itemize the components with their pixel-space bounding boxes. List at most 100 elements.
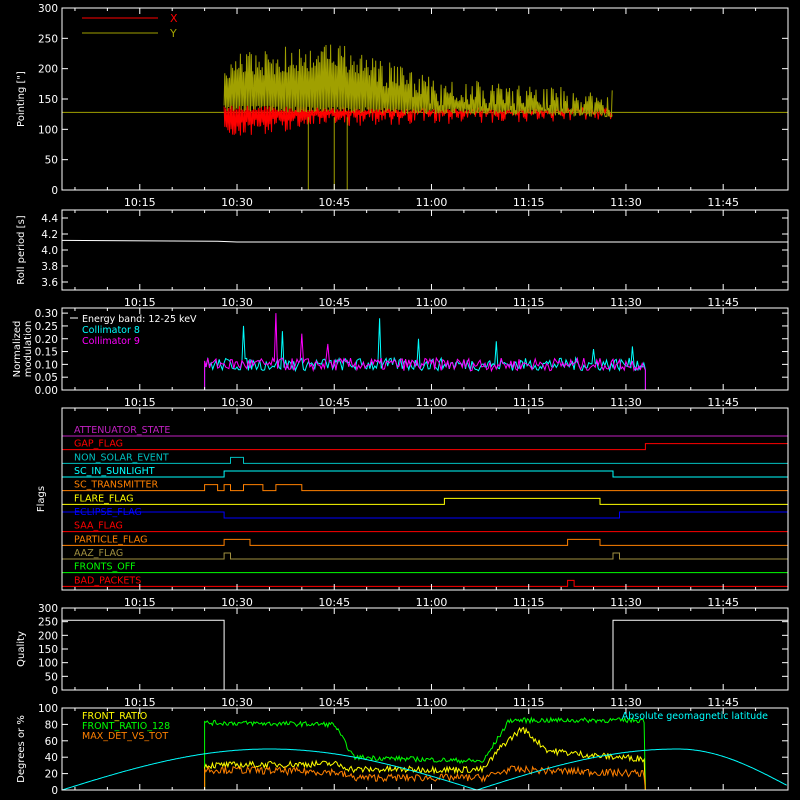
flags-x-tick-label: 11:00	[416, 596, 448, 609]
ratios-y-tick-label: 20	[45, 769, 58, 781]
pointing-y-tick-label: 0	[51, 185, 58, 197]
roll-x-tick-label: 11:15	[513, 296, 545, 309]
flags-x-tick-label: 10:15	[124, 596, 156, 609]
pointing-x-tick-label: 10:15	[124, 196, 156, 209]
modulation-x-tick-label: 11:45	[707, 396, 739, 409]
modulation-y-tick-label: 0.30	[35, 308, 58, 320]
roll-x-tick-label: 10:45	[318, 296, 350, 309]
quality-ylabel: Quality	[16, 631, 27, 667]
flags-x-tick-label: 10:30	[221, 596, 253, 609]
roll-x-tick-label: 10:30	[221, 296, 253, 309]
modulation-ylabel: Normalizedmodulation	[12, 321, 34, 378]
flag-label: SC_IN_SUNLIGHT	[74, 466, 155, 477]
ratios-series	[204, 726, 646, 791]
flags-ylabel: Flags	[36, 486, 47, 512]
roll-y-tick-label: 4.0	[41, 245, 58, 257]
quality-y-tick-label: 250	[38, 617, 58, 629]
modulation-y-tick-label: 0.20	[35, 334, 58, 346]
pointing-panel: 0 50 100 150 200 250 300 Pointing ["] 10:15 10:30…	[16, 3, 789, 209]
quality-series	[62, 619, 788, 691]
ratios-y-tick-label: 40	[45, 752, 58, 764]
flag-label: PARTICLE_FLAG	[74, 534, 147, 545]
flag-label: NON_SOLAR_EVENT	[74, 452, 169, 463]
flag-label: GAP_FLAG	[74, 439, 123, 450]
modulation-y-tick-label: 0.10	[35, 359, 58, 371]
modulation-x-tick-label: 10:30	[221, 396, 253, 409]
flags-panel: Flags ATTENUATOR_STATE GAP_FLAG NON_SOLAR_E…	[36, 407, 789, 609]
roll-x-tick-label: 11:00	[416, 296, 448, 309]
pointing-x-tick-label: 10:45	[318, 196, 350, 209]
flags-x-tick-label: 10:45	[318, 596, 350, 609]
quality-y-tick-label: 0	[51, 685, 58, 697]
flag-label: AAZ_FLAG	[74, 548, 123, 559]
pointing-y-tick-label: 50	[45, 155, 58, 167]
flag-label: BAD_PACKETS	[74, 575, 141, 586]
pointing-x-tick-label: 11:15	[513, 196, 545, 209]
flag-label: ATTENUATOR_STATE	[74, 425, 170, 436]
roll-frame	[61, 209, 789, 291]
quality-y-tick-label: 50	[45, 671, 58, 683]
pointing-legend-label: Y	[169, 27, 177, 40]
flag-line	[62, 484, 788, 492]
roll-y-tick-label: 4.4	[41, 213, 58, 225]
ratios-y-tick-label: 100	[38, 703, 58, 715]
pointing-x-tick-label: 10:30	[221, 196, 253, 209]
quality-x-tick-label: 10:15	[124, 696, 156, 709]
flag-label: SAA_FLAG	[74, 521, 123, 532]
flag-line	[62, 538, 788, 546]
modulation-y-tick-label: 0.25	[35, 321, 58, 333]
quality-y-tick-label: 150	[38, 644, 58, 656]
ratios-y-tick-label: 80	[45, 719, 58, 731]
ratios-ylabel: Degrees or %	[16, 715, 27, 783]
modulation-x-tick-label: 11:30	[610, 396, 642, 409]
flag-line	[62, 470, 788, 478]
roll-ylabel: Roll period [s]	[16, 215, 27, 284]
ratios-series	[61, 748, 787, 791]
figure: 050100150200250300Pointing ["]10:15 10:30…	[12, 3, 789, 797]
ratios-series	[204, 764, 646, 791]
flag-line	[62, 497, 788, 505]
modulation-ylabel-line: Normalized	[12, 321, 23, 378]
pointing-x-tick-label: 11:45	[707, 196, 739, 209]
ratios-legend-label: Absolute geomagnetic latitude	[622, 711, 768, 722]
ratios-panel: 020406080100Degrees or % FRONT_RATIOFRONT…	[16, 703, 789, 797]
roll-y-tick-label: 4.2	[41, 229, 58, 241]
ratios-legend-label: MAX_DET_VS_TOT	[82, 731, 168, 742]
flags-frame	[61, 407, 789, 591]
ratios-y-tick-label: 0	[51, 785, 58, 797]
flags-x-tick-label: 11:15	[513, 596, 545, 609]
modulation-series-collimator-8	[204, 318, 646, 390]
modulation-x-tick-label: 11:15	[513, 396, 545, 409]
modulation-y-tick-label: 0.05	[35, 372, 58, 384]
quality-y-tick-label: 100	[38, 658, 58, 670]
modulation-y-tick-label: 0.15	[35, 347, 58, 359]
modulation-legend-label: Collimator 9	[82, 336, 140, 347]
pointing-x-tick-label: 11:30	[610, 196, 642, 209]
modulation-y-tick-label: 0.00	[35, 385, 58, 397]
flag-line	[62, 443, 788, 451]
flag-label: SC_TRANSMITTER	[74, 480, 159, 491]
flag-line	[62, 456, 788, 464]
roll-y-tick-label: 3.8	[41, 261, 58, 273]
quality-y-tick-label: 300	[38, 603, 58, 615]
quality-x-tick-label: 11:15	[513, 696, 545, 709]
roll-y-tick-label: 3.6	[41, 277, 58, 289]
pointing-series-y	[223, 44, 613, 118]
roll-x-tick-label: 11:45	[707, 296, 739, 309]
pointing-ylabel: Pointing ["]	[16, 71, 27, 127]
quality-x-tick-label: 11:45	[707, 696, 739, 709]
modulation-x-tick-label: 11:00	[416, 396, 448, 409]
flag-label: FRONTS_OFF	[74, 562, 136, 573]
roll-x-tick-label: 10:15	[124, 296, 156, 309]
roll-series	[61, 239, 788, 243]
modulation-legend-label: Energy band: 12-25 keV	[82, 314, 197, 325]
modulation-x-tick-label: 10:15	[124, 396, 156, 409]
quality-panel: 0 50100 150 200250 300 Quality 10:15 10:30 10:45…	[16, 603, 789, 709]
flag-line	[62, 579, 788, 587]
roll-x-tick-label: 11:30	[610, 296, 642, 309]
modulation-legend-label: Collimator 8	[82, 325, 140, 336]
flag-label: FLARE_FLAG	[74, 493, 134, 504]
pointing-y-tick-label: 250	[38, 33, 58, 45]
pointing-y-tick-label: 200	[38, 64, 58, 76]
flag-line	[62, 552, 788, 560]
